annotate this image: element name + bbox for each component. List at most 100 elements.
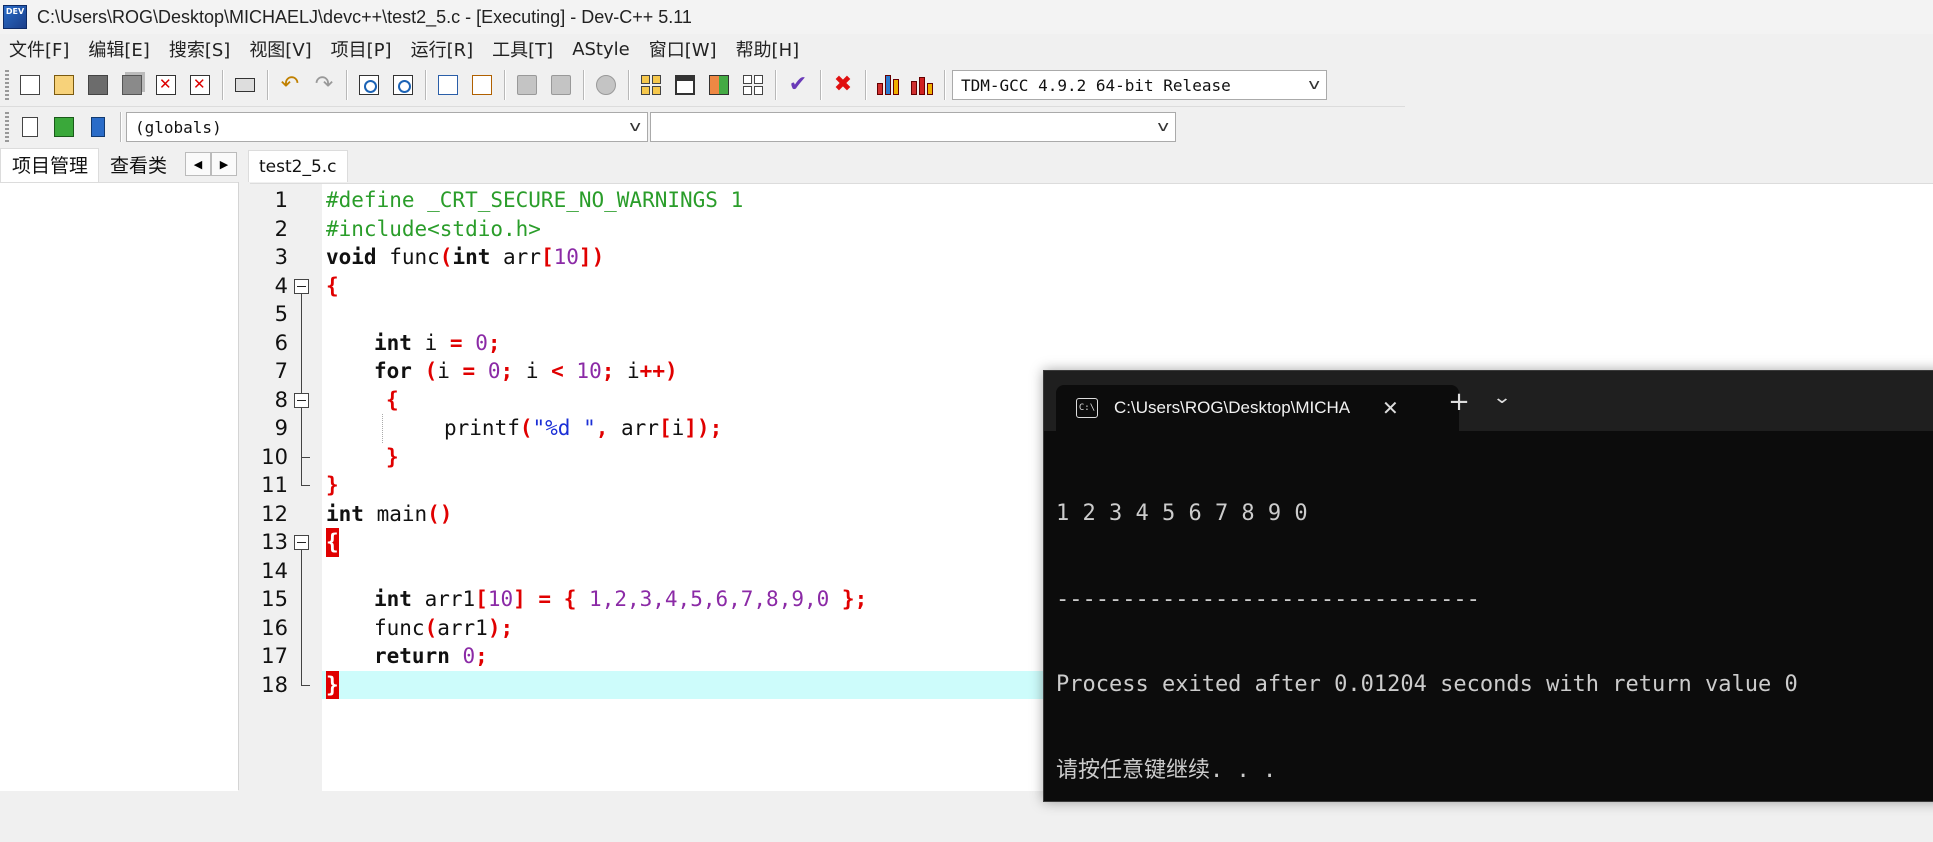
chevron-down-icon: v bbox=[1157, 119, 1169, 135]
fold-collapse-icon[interactable] bbox=[294, 535, 309, 550]
menu-tools[interactable]: 工具[T] bbox=[483, 36, 563, 62]
run-button[interactable] bbox=[670, 69, 700, 101]
toolbar-separator bbox=[865, 70, 866, 100]
menu-project[interactable]: 项目[P] bbox=[322, 36, 402, 62]
console-output[interactable]: 1 2 3 4 5 6 7 8 9 0 --------------------… bbox=[1056, 443, 1798, 842]
line-number: 10 bbox=[261, 444, 288, 469]
code-text: printf("%d ", arr[i]); bbox=[444, 416, 723, 440]
code-text: #include<stdio.h> bbox=[326, 216, 541, 241]
close-all-button[interactable] bbox=[185, 69, 215, 101]
rebuild-all-button[interactable] bbox=[738, 69, 768, 101]
toolbar-grip[interactable] bbox=[5, 112, 9, 142]
toggle-bookmark-button[interactable] bbox=[512, 69, 542, 101]
left-panel-tabs: 项目管理 查看类 ◀ ▶ bbox=[0, 148, 245, 182]
code-line: 2 #include<stdio.h> bbox=[250, 215, 1933, 244]
menu-help[interactable]: 帮助[H] bbox=[727, 36, 810, 62]
fold-line bbox=[301, 613, 302, 642]
line-number: 15 bbox=[261, 587, 288, 611]
print-button[interactable] bbox=[230, 69, 260, 101]
stop-execution-button[interactable]: ✖ bbox=[828, 69, 858, 101]
line-number: 14 bbox=[261, 558, 288, 583]
scroll-right-button[interactable]: ▶ bbox=[211, 152, 238, 176]
redo-icon: ↷ bbox=[314, 72, 334, 97]
line-number: 8 bbox=[274, 387, 288, 412]
close-file-button[interactable] bbox=[151, 69, 181, 101]
new-tab-button[interactable]: + bbox=[1439, 387, 1479, 417]
replace-button[interactable] bbox=[388, 69, 418, 101]
tab-class-browser[interactable]: 查看类 bbox=[99, 149, 177, 182]
redo-button[interactable]: ↷ bbox=[309, 69, 339, 101]
scope-select[interactable]: (globals) v bbox=[126, 112, 648, 142]
toolbar-grip[interactable] bbox=[5, 70, 9, 100]
line-number: 9 bbox=[274, 416, 288, 440]
compiler-select-value: TDM-GCC 4.9.2 64-bit Release bbox=[961, 75, 1231, 95]
close-tab-icon[interactable]: ✕ bbox=[1382, 396, 1399, 420]
stop-icon: ✖ bbox=[833, 72, 853, 97]
new-file-button[interactable] bbox=[15, 69, 45, 101]
insert-button[interactable] bbox=[15, 111, 45, 143]
indent-button[interactable] bbox=[433, 69, 463, 101]
menu-run[interactable]: 运行[R] bbox=[402, 36, 484, 62]
menu-search[interactable]: 搜索[S] bbox=[160, 36, 240, 62]
menu-view[interactable]: 视图[V] bbox=[240, 36, 321, 62]
toolbar-separator bbox=[820, 70, 821, 100]
console-output-line: 请按任意键继续. . . bbox=[1056, 757, 1277, 783]
code-text: void func(int arr[10]) bbox=[326, 245, 605, 269]
fold-line bbox=[301, 556, 302, 585]
toolbar-separator bbox=[944, 70, 945, 100]
console-window[interactable]: C:\ C:\Users\ROG\Desktop\MICHA ✕ + ⌄ 1 2… bbox=[1043, 370, 1933, 802]
fold-end-marker bbox=[301, 443, 310, 458]
delete-chart-icon bbox=[911, 75, 933, 95]
save-icon bbox=[88, 75, 108, 95]
save-button[interactable] bbox=[83, 69, 113, 101]
close-all-icon bbox=[190, 75, 210, 95]
indent-guide bbox=[382, 414, 383, 443]
fold-collapse-icon[interactable] bbox=[294, 392, 309, 408]
undo-button[interactable]: ↶ bbox=[275, 69, 305, 101]
code-text: return 0; bbox=[374, 644, 488, 668]
menu-window[interactable]: 窗口[W] bbox=[640, 36, 727, 62]
rebuild-icon bbox=[743, 75, 763, 95]
compiler-select[interactable]: TDM-GCC 4.9.2 64-bit Release v bbox=[952, 70, 1327, 100]
compile-button[interactable] bbox=[636, 69, 666, 101]
fold-line bbox=[301, 300, 302, 329]
close-file-icon bbox=[156, 75, 176, 95]
code-line: 6 int i = 0; bbox=[250, 328, 1933, 357]
unindent-button[interactable] bbox=[467, 69, 497, 101]
code-text: int arr1[10] = { 1,2,3,4,5,6,7,8,9,0 }; bbox=[374, 587, 868, 611]
compile-run-button[interactable] bbox=[704, 69, 734, 101]
member-select[interactable]: v bbox=[650, 112, 1176, 142]
scroll-left-button[interactable]: ◀ bbox=[185, 152, 212, 176]
bookmarks-button[interactable] bbox=[83, 111, 113, 143]
menu-edit[interactable]: 编辑[E] bbox=[79, 36, 159, 62]
toolbar-separator bbox=[222, 70, 223, 100]
code-line: 4 { bbox=[250, 272, 1933, 300]
open-button[interactable] bbox=[49, 69, 79, 101]
line-number: 1 bbox=[274, 188, 288, 212]
console-output-line: 1 2 3 4 5 6 7 8 9 0 bbox=[1056, 501, 1308, 526]
menu-astyle[interactable]: AStyle bbox=[563, 39, 640, 60]
code-text: for (i = 0; i < 10; i++) bbox=[374, 359, 678, 383]
line-number: 4 bbox=[274, 273, 288, 298]
line-number: 18 bbox=[261, 672, 288, 697]
code-line: 3 void func(int arr[10]) bbox=[250, 243, 1933, 272]
goto-bookmark-button[interactable] bbox=[546, 69, 576, 101]
save-all-button[interactable] bbox=[117, 69, 147, 101]
profile-button[interactable] bbox=[873, 69, 903, 101]
menu-file[interactable]: 文件[F] bbox=[0, 36, 79, 62]
find-button[interactable] bbox=[354, 69, 384, 101]
tab-scroll-buttons: ◀ ▶ bbox=[185, 152, 238, 176]
goto-button[interactable] bbox=[49, 111, 79, 143]
project-tree-panel[interactable] bbox=[0, 182, 238, 791]
syntax-check-button[interactable]: ✔ bbox=[783, 69, 813, 101]
delete-profile-button[interactable] bbox=[907, 69, 937, 101]
editor-tab-test2_5[interactable]: test2_5.c bbox=[248, 150, 348, 182]
toggle-comment-button[interactable] bbox=[591, 69, 621, 101]
comment-icon bbox=[596, 75, 616, 95]
code-text: { bbox=[326, 273, 339, 298]
toolbar-separator bbox=[267, 70, 268, 100]
console-tab[interactable]: C:\ C:\Users\ROG\Desktop\MICHA ✕ bbox=[1056, 385, 1459, 431]
tab-dropdown-button[interactable]: ⌄ bbox=[1479, 387, 1526, 408]
tab-project-manager[interactable]: 项目管理 bbox=[0, 148, 100, 182]
fold-collapse-icon[interactable] bbox=[294, 278, 309, 294]
